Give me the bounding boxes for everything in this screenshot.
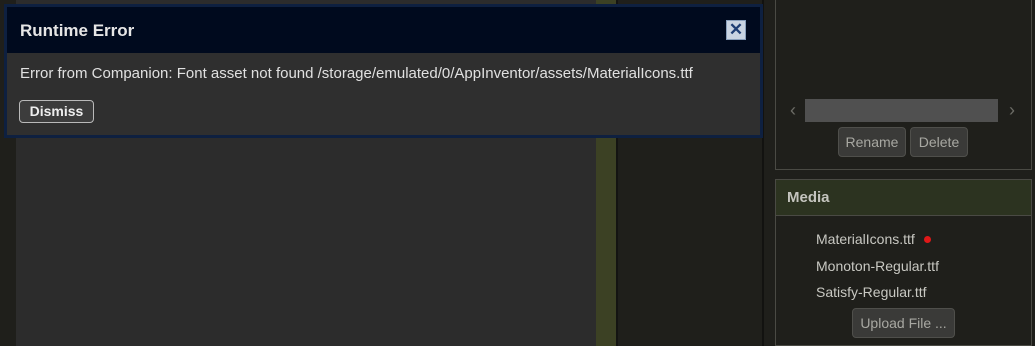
runtime-error-dialog: Runtime Error ✕ Error from Companion: Fo… bbox=[4, 4, 763, 138]
media-item[interactable]: Satisfy-Regular.ttf bbox=[816, 282, 927, 302]
rename-button[interactable]: Rename bbox=[838, 127, 906, 157]
app-screen: ‹ › Rename Delete Media MaterialIcons.tt… bbox=[0, 0, 1035, 346]
dialog-title: Runtime Error bbox=[20, 21, 135, 40]
components-scrollbar[interactable] bbox=[805, 99, 998, 122]
delete-button[interactable]: Delete bbox=[910, 127, 968, 157]
chevron-right-icon[interactable]: › bbox=[1005, 99, 1019, 121]
media-item[interactable]: MaterialIcons.ttf bbox=[816, 229, 931, 249]
media-item-name: Satisfy-Regular.ttf bbox=[816, 284, 927, 300]
media-panel: Media MaterialIcons.ttf Monoton-Regular.… bbox=[775, 179, 1032, 346]
media-item[interactable]: Monoton-Regular.ttf bbox=[816, 256, 939, 276]
media-item-name: MaterialIcons.ttf bbox=[816, 231, 915, 247]
upload-file-button[interactable]: Upload File ... bbox=[852, 308, 955, 338]
dismiss-button[interactable]: Dismiss bbox=[19, 100, 94, 123]
error-dot-icon bbox=[923, 235, 931, 243]
media-item-name: Monoton-Regular.ttf bbox=[816, 258, 939, 274]
error-message: Error from Companion: Font asset not fou… bbox=[20, 65, 693, 82]
chevron-left-icon[interactable]: ‹ bbox=[786, 99, 800, 121]
close-icon[interactable]: ✕ bbox=[726, 20, 746, 40]
media-panel-title: Media bbox=[776, 180, 1031, 216]
dialog-titlebar[interactable]: Runtime Error ✕ bbox=[7, 7, 760, 53]
